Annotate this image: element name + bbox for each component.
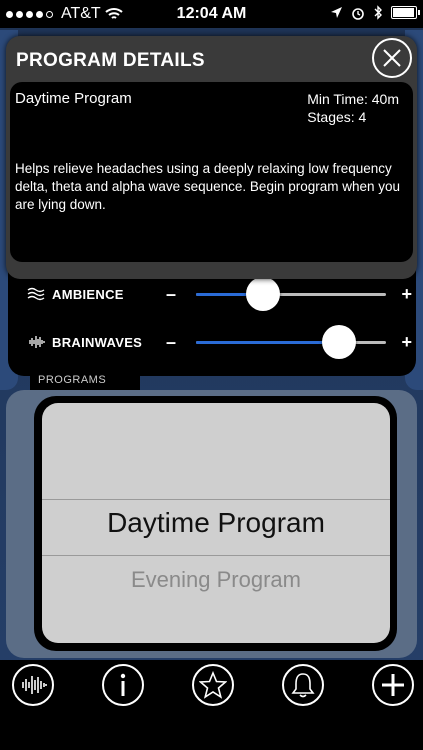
ambience-slider-knob[interactable] (245, 276, 280, 311)
add-button[interactable] (372, 664, 414, 706)
alarm-button[interactable] (282, 664, 324, 706)
star-icon (199, 671, 227, 699)
program-picker[interactable]: Daytime Program Evening Program (42, 403, 390, 643)
brainwaves-slider-fill (196, 340, 339, 344)
brainwave-icon (22, 676, 47, 694)
status-bar: AT&T 12:04 AM (0, 0, 423, 28)
bluetooth-icon (374, 5, 382, 20)
ambience-increase-button[interactable]: + (401, 284, 412, 305)
ambience-label: AMBIENCE (52, 286, 124, 302)
info-button[interactable] (102, 664, 144, 706)
brainwaves-slider-knob[interactable] (321, 324, 356, 359)
brainwaves-label: BRAINWAVES (52, 334, 143, 350)
ambience-slider-row: AMBIENCE – + (8, 274, 416, 314)
program-meta: Min Time: 40m Stages: 4 (307, 90, 399, 126)
waves-icon (27, 287, 45, 301)
location-icon (331, 7, 342, 18)
program-details-modal: PROGRAM DETAILS Daytime Program Min Time… (6, 36, 417, 279)
close-button[interactable] (372, 38, 412, 78)
picker-selected-program[interactable]: Daytime Program (42, 507, 390, 539)
close-icon (383, 49, 401, 67)
ambience-slider[interactable] (196, 276, 386, 311)
status-icons (330, 5, 420, 20)
brainwaves-slider[interactable] (196, 324, 386, 359)
mixer-panel: AMBIENCE – + BRAINWAVES – + (8, 268, 416, 376)
favorites-button[interactable] (192, 664, 234, 706)
brainwaves-slider-row: BRAINWAVES – + (8, 322, 416, 362)
brainwave-button[interactable] (12, 664, 54, 706)
program-name: Daytime Program (15, 90, 132, 107)
soundwave-icon (29, 336, 45, 348)
plus-icon (382, 674, 404, 696)
ambience-decrease-button[interactable]: – (166, 284, 176, 305)
picker-divider-bottom (42, 555, 390, 556)
program-min-time: Min Time: 40m (307, 91, 399, 107)
info-icon (120, 673, 126, 696)
picker-next-program[interactable]: Evening Program (42, 567, 390, 593)
alarm-icon (352, 7, 364, 20)
brainwaves-increase-button[interactable]: + (401, 332, 412, 353)
modal-body: Daytime Program Min Time: 40m Stages: 4 … (10, 82, 413, 262)
program-stages: Stages: 4 (307, 109, 367, 125)
picker-divider-top (42, 499, 390, 500)
bell-icon (291, 673, 315, 698)
programs-label: PROGRAMS (30, 372, 140, 390)
program-description: Helps relieve headaches using a deeply r… (15, 161, 401, 212)
brainwaves-decrease-button[interactable]: – (166, 332, 176, 353)
modal-title: PROGRAM DETAILS (16, 50, 205, 71)
bottom-toolbar (0, 660, 423, 750)
battery-icon (391, 6, 420, 19)
